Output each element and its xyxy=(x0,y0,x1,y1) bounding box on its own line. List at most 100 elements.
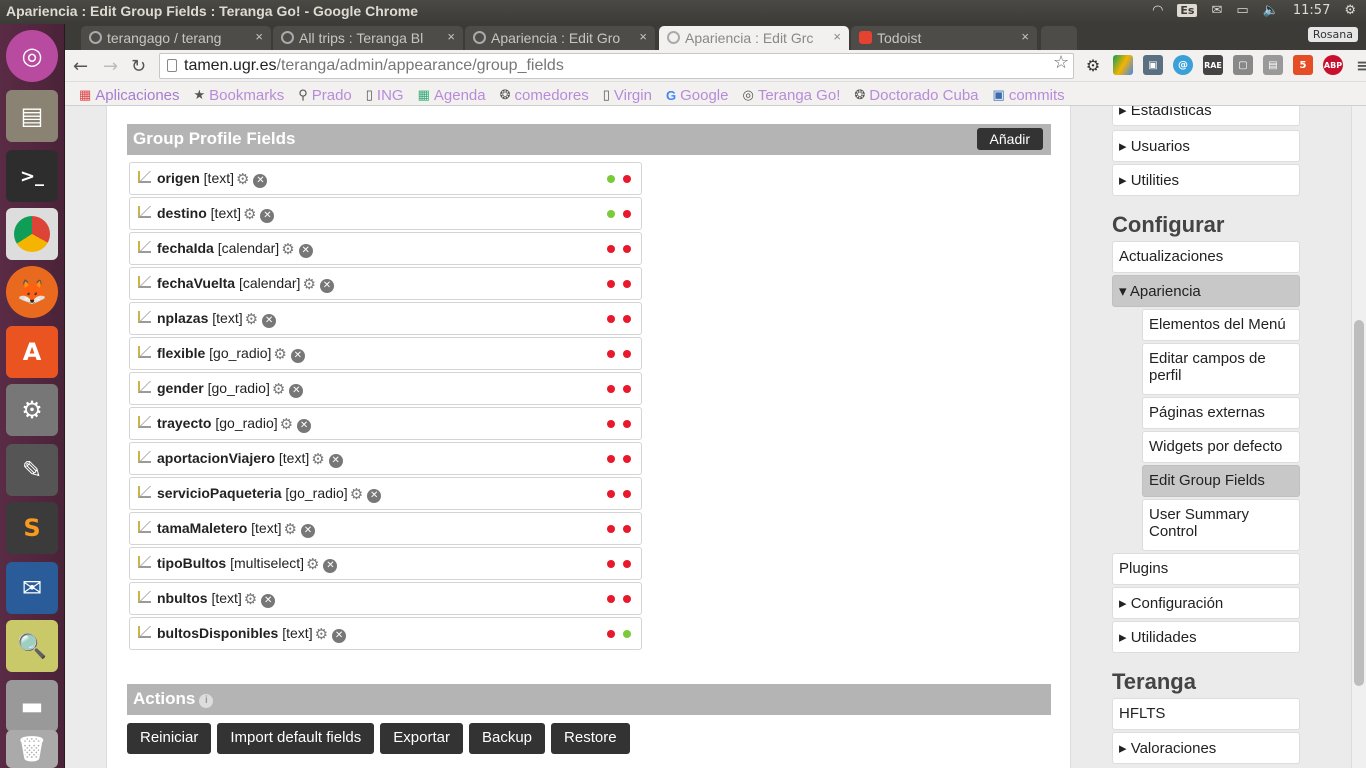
field-row[interactable]: tipoBultos [multiselect] ⚙ ✕ xyxy=(129,547,642,580)
required-status-dot[interactable] xyxy=(623,420,631,428)
required-status-dot[interactable] xyxy=(623,245,631,253)
sidebar-item-valoraciones[interactable]: ▸ Valoraciones xyxy=(1112,732,1300,764)
sidebar-item-estadisticas[interactable]: ▸ Estadísticas xyxy=(1112,106,1300,126)
bookmark-star-icon[interactable]: ☆ xyxy=(1053,52,1069,73)
required-status-dot[interactable] xyxy=(623,175,631,183)
mail-icon[interactable]: ✉ xyxy=(1211,3,1222,18)
required-status-dot[interactable] xyxy=(623,560,631,568)
required-status-dot[interactable] xyxy=(623,455,631,463)
tab-terangago[interactable]: terangago / terang × xyxy=(81,26,271,50)
visibility-status-dot[interactable] xyxy=(607,560,615,568)
wifi-icon[interactable]: ◠ xyxy=(1152,3,1163,18)
files-icon[interactable]: ▤ xyxy=(6,90,58,142)
restore-button[interactable]: Restore xyxy=(551,723,630,754)
software-center-icon[interactable]: A xyxy=(6,326,58,378)
firefox-icon[interactable]: 🦊 xyxy=(6,266,58,318)
sidebar-item-user-summary-control[interactable]: User Summary Control xyxy=(1142,499,1300,551)
exportar-button[interactable]: Exportar xyxy=(380,723,463,754)
required-status-dot[interactable] xyxy=(623,280,631,288)
visibility-status-dot[interactable] xyxy=(607,490,615,498)
edit-gear-icon[interactable]: ⚙ xyxy=(350,485,363,503)
drag-handle-icon[interactable] xyxy=(138,416,151,428)
edit-gear-icon[interactable]: ⚙ xyxy=(302,275,315,293)
bookmark-prado[interactable]: ⚲ Prado xyxy=(292,82,360,105)
edit-gear-icon[interactable]: ⚙ xyxy=(273,345,286,363)
terminal-icon[interactable]: >_ xyxy=(6,150,58,202)
page-scrollbar[interactable] xyxy=(1351,106,1366,768)
edit-gear-icon[interactable]: ⚙ xyxy=(281,240,294,258)
close-tab-icon[interactable]: × xyxy=(639,29,647,44)
tab-all-trips[interactable]: All trips : Teranga Bl × xyxy=(273,26,463,50)
edit-gear-icon[interactable]: ⚙ xyxy=(280,415,293,433)
info-icon[interactable]: i xyxy=(199,694,214,708)
adblock-plus-icon[interactable]: ABP xyxy=(1323,55,1343,75)
sidebar-item-elementos-menu[interactable]: Elementos del Menú xyxy=(1142,309,1300,341)
visibility-status-dot[interactable] xyxy=(607,630,615,638)
visibility-status-dot[interactable] xyxy=(607,420,615,428)
sidebar-item-editar-campos-perfil[interactable]: Editar campos de perfil xyxy=(1142,343,1300,395)
delete-icon[interactable]: ✕ xyxy=(323,559,338,573)
visibility-status-dot[interactable] xyxy=(607,280,615,288)
edit-gear-icon[interactable]: ⚙ xyxy=(284,520,297,538)
delete-icon[interactable]: ✕ xyxy=(261,594,276,608)
edit-gear-icon[interactable]: ⚙ xyxy=(245,310,258,328)
drag-handle-icon[interactable] xyxy=(138,171,151,183)
field-row[interactable]: nbultos [text] ⚙ ✕ xyxy=(129,582,642,615)
visibility-status-dot[interactable] xyxy=(607,385,615,393)
field-row[interactable]: servicioPaqueteria [go_radio] ⚙ ✕ xyxy=(129,477,642,510)
required-status-dot[interactable] xyxy=(623,630,631,638)
drag-handle-icon[interactable] xyxy=(138,486,151,498)
drag-handle-icon[interactable] xyxy=(138,241,151,253)
sidebar-item-hflts[interactable]: HFLTS xyxy=(1112,698,1300,730)
visibility-status-dot[interactable] xyxy=(607,175,615,183)
tab-todoist[interactable]: Todoist × xyxy=(851,26,1037,50)
delete-icon[interactable]: ✕ xyxy=(332,629,347,643)
delete-icon[interactable]: ✕ xyxy=(262,314,277,328)
field-row[interactable]: tamaMaletero [text] ⚙ ✕ xyxy=(129,512,642,545)
field-row[interactable]: destino [text] ⚙ ✕ xyxy=(129,197,642,230)
sidebar-item-actualizaciones[interactable]: Actualizaciones xyxy=(1112,241,1300,273)
rae-extension-icon[interactable]: RAE xyxy=(1203,55,1223,75)
reload-icon[interactable]: ↻ xyxy=(131,56,146,77)
delete-icon[interactable]: ✕ xyxy=(367,489,382,503)
backup-button[interactable]: Backup xyxy=(468,723,546,754)
visibility-status-dot[interactable] xyxy=(607,210,615,218)
window-extension-icon[interactable]: ▢ xyxy=(1233,55,1253,75)
field-row[interactable]: nplazas [text] ⚙ ✕ xyxy=(129,302,642,335)
drag-handle-icon[interactable] xyxy=(138,276,151,288)
drag-handle-icon[interactable] xyxy=(138,206,151,218)
trash-icon[interactable]: 🗑 xyxy=(6,730,58,768)
required-status-dot[interactable] xyxy=(623,490,631,498)
edit-gear-icon[interactable]: ⚙ xyxy=(243,205,256,223)
drag-handle-icon[interactable] xyxy=(138,381,151,393)
sidebar-item-widgets-defecto[interactable]: Widgets por defecto xyxy=(1142,431,1300,463)
delete-icon[interactable]: ✕ xyxy=(319,279,334,293)
required-status-dot[interactable] xyxy=(623,315,631,323)
import-default-fields-button[interactable]: Import default fields xyxy=(217,723,375,754)
drag-handle-icon[interactable] xyxy=(138,311,151,323)
visibility-status-dot[interactable] xyxy=(607,245,615,253)
volume-icon[interactable]: 🔈 xyxy=(1263,3,1279,18)
keyboard-layout-indicator[interactable]: Es xyxy=(1177,4,1198,17)
delete-icon[interactable]: ✕ xyxy=(289,384,304,398)
thunderbird-icon[interactable]: ✉ xyxy=(6,562,58,614)
visibility-status-dot[interactable] xyxy=(607,350,615,358)
field-row[interactable]: gender [go_radio] ⚙ ✕ xyxy=(129,372,642,405)
bookmark-bookmarks[interactable]: ★ Bookmarks xyxy=(188,82,293,105)
delete-icon[interactable]: ✕ xyxy=(298,244,313,258)
bookmark-comedores[interactable]: ❂ comedores xyxy=(494,82,597,105)
bookmark-ing[interactable]: ▯ ING xyxy=(360,82,412,105)
search-app-icon[interactable]: 🔍 xyxy=(6,620,58,672)
close-tab-icon[interactable]: × xyxy=(1021,29,1029,44)
html5-extension-icon[interactable]: 5 xyxy=(1293,55,1313,75)
field-row[interactable]: bultosDisponibles [text] ⚙ ✕ xyxy=(129,617,642,650)
drag-handle-icon[interactable] xyxy=(138,591,151,603)
bookmark-agenda[interactable]: ▦ Agenda xyxy=(412,82,494,105)
required-status-dot[interactable] xyxy=(623,595,631,603)
drive-icon[interactable]: ▬ xyxy=(6,680,58,732)
bookmark-google[interactable]: G Google xyxy=(660,82,737,105)
profile-badge[interactable]: Rosana xyxy=(1307,27,1358,42)
system-settings-icon[interactable]: ⚙ xyxy=(6,384,58,436)
tab-apariencia-1[interactable]: Apariencia : Edit Gro × xyxy=(465,26,655,50)
field-row[interactable]: aportacionViajero [text] ⚙ ✕ xyxy=(129,442,642,475)
